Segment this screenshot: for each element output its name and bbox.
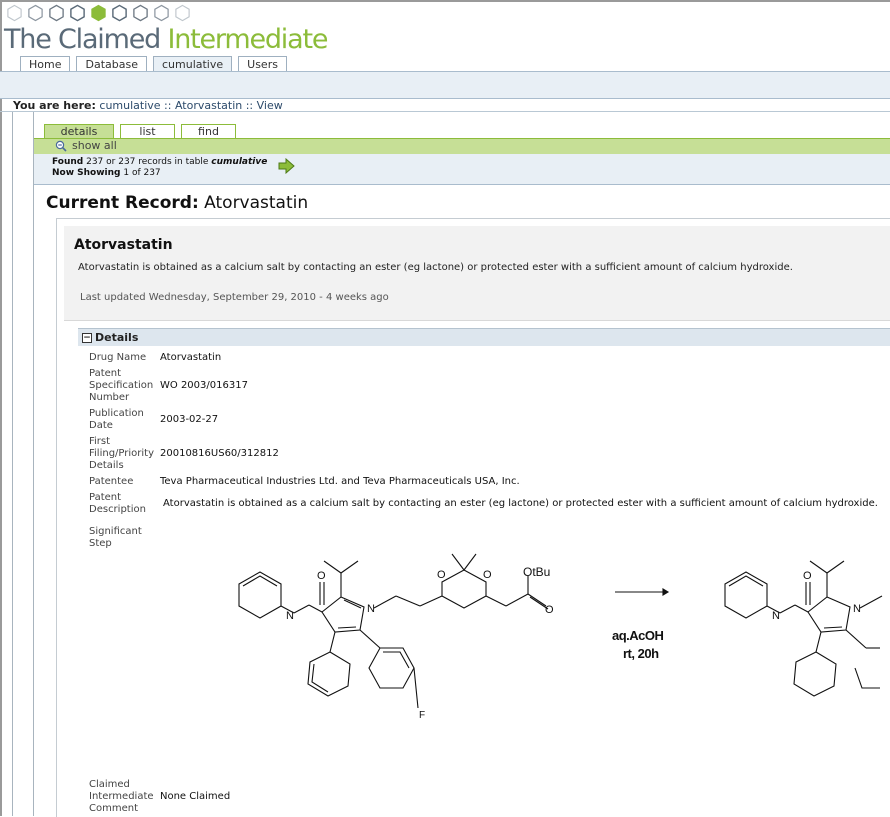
hexagon-icon: [154, 4, 169, 22]
current-record-name: Atorvastatin: [204, 193, 309, 213]
scheme-conditions-1: aq.AcOH: [612, 628, 664, 643]
show-all-label: show all: [72, 139, 117, 152]
next-record-arrow-icon[interactable]: [278, 158, 295, 174]
hexagon-icon: [28, 4, 43, 22]
main-nav: Home Database cumulative Users: [20, 56, 287, 72]
site-logo[interactable]: The Claimed Intermediate: [4, 24, 328, 56]
field-label-publication-date: Publication Date: [89, 408, 144, 431]
window-frame-left: [0, 0, 2, 816]
field-label-significant-step: Significant Step: [89, 526, 142, 549]
field-label-patentee: Patentee: [89, 476, 134, 487]
content-border-inner: [33, 112, 34, 816]
nav-tab-users[interactable]: Users: [238, 56, 287, 72]
nav-tab-database[interactable]: Database: [76, 56, 147, 72]
scheme-atom-o: O: [317, 570, 326, 582]
details-toggle[interactable]: − Details: [82, 331, 138, 344]
field-label-patent-description: Patent Description: [89, 492, 146, 515]
nav-tab-home[interactable]: Home: [20, 56, 71, 72]
found-label: Found: [52, 157, 84, 167]
field-value-patent-description: Atorvastatin is obtained as a calcium sa…: [163, 498, 878, 509]
content-border-left: [12, 112, 13, 816]
tab-details[interactable]: details: [44, 124, 114, 138]
results-info: Found 237 or 237 records in table cumula…: [52, 157, 267, 179]
window-frame-top: [0, 0, 890, 2]
hexagon-icon: [49, 4, 64, 22]
field-value-claimed-intermediate: None Claimed: [160, 791, 231, 802]
nav-tab-cumulative[interactable]: cumulative: [152, 56, 233, 72]
showing-label: Now Showing: [52, 168, 121, 178]
scheme-atom-o: O: [483, 569, 492, 581]
field-value-patentee: Teva Pharmaceutical Industries Ltd. and …: [160, 476, 520, 487]
show-all-link[interactable]: show all: [55, 139, 117, 152]
summary-description: Atorvastatin is obtained as a calcium sa…: [78, 262, 793, 273]
divider: [0, 111, 890, 112]
details-section-header: [78, 328, 890, 346]
hexagon-icon: [7, 4, 22, 22]
logo-text-part1: The Claimed: [4, 24, 161, 55]
field-label-patent-number: Patent Specification Number: [89, 368, 154, 403]
field-value-publication-date: 2003-02-27: [160, 414, 219, 425]
scheme-atom-n: N: [853, 603, 861, 615]
scheme-atom-f: F: [419, 710, 425, 721]
field-value-filing-details: 20010816US60/312812: [160, 448, 279, 459]
logo-hexagons: [6, 4, 191, 22]
scheme-atom-o: O: [803, 570, 812, 582]
scheme-conditions-2: rt, 20h: [623, 646, 659, 661]
current-record-prefix: Current Record:: [46, 193, 199, 213]
found-count: 237 or 237 records in table: [86, 157, 209, 167]
field-value-patent-number: WO 2003/016317: [160, 380, 248, 391]
hexagon-icon: [133, 4, 148, 22]
hexagon-icon: [112, 4, 127, 22]
collapse-icon: −: [82, 332, 92, 343]
field-label-drug-name: Drug Name: [89, 352, 147, 363]
record-tabs: details list find: [44, 124, 236, 138]
tab-list[interactable]: list: [120, 124, 175, 138]
showing-count: 1 of 237: [123, 168, 161, 178]
logo-text-part2: Intermediate: [167, 24, 328, 55]
scheme-atom-n: N: [772, 610, 780, 622]
field-value-drug-name: Atorvastatin: [160, 352, 222, 363]
scheme-atom-o: O: [437, 569, 446, 581]
record-summary: [64, 226, 890, 321]
field-label-filing-details: First Filing/Priority Details: [89, 436, 155, 471]
tab-find[interactable]: find: [181, 124, 236, 138]
summary-title: Atorvastatin: [74, 237, 173, 253]
last-updated: Last updated Wednesday, September 29, 20…: [80, 292, 389, 303]
field-label-claimed-intermediate: Claimed Intermediate Comment: [89, 779, 154, 814]
hexagon-icon: [70, 4, 85, 22]
hexagon-filled-icon: [91, 4, 106, 22]
hexagon-icon: [175, 4, 190, 22]
scheme-atom-o: O: [545, 604, 554, 616]
scheme-ester-label: OtBu: [523, 565, 550, 579]
zoom-out-icon: [55, 140, 67, 152]
current-record-title: Current Record: Atorvastatin: [46, 193, 308, 213]
reaction-scheme-image: O N N O O OtBu O F aq.AcOH rt, 20h N O N: [238, 553, 883, 721]
header-band: [0, 71, 890, 99]
found-table: cumulative: [211, 157, 268, 167]
details-label: Details: [95, 331, 139, 344]
scheme-atom-n: N: [367, 603, 375, 615]
scheme-atom-n: N: [286, 610, 294, 622]
